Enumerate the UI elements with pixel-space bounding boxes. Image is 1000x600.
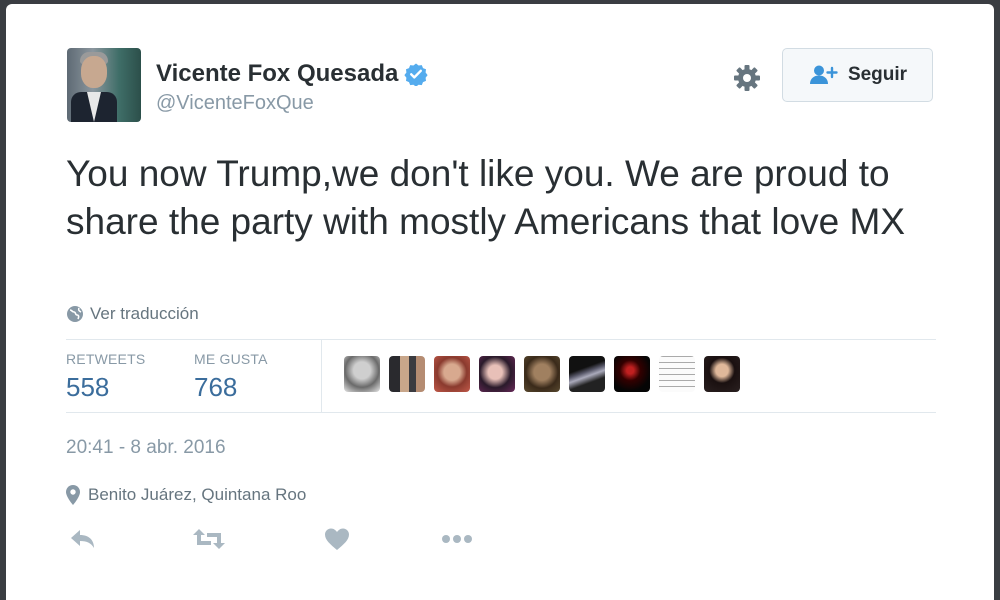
liker-avatar[interactable] — [344, 356, 380, 392]
location-pin-icon — [66, 485, 80, 505]
avatar[interactable] — [67, 48, 141, 122]
like-button[interactable] — [320, 524, 354, 554]
divider — [66, 412, 936, 413]
globe-icon — [67, 306, 83, 322]
retweets-count[interactable]: 558 — [66, 372, 109, 403]
more-dots-icon — [442, 535, 472, 543]
liker-avatar[interactable] — [389, 356, 425, 392]
liker-avatar[interactable] — [524, 356, 560, 392]
like-heart-icon — [325, 528, 349, 550]
stats-divider — [321, 339, 322, 413]
follow-button-label: Seguir — [847, 64, 908, 85]
liker-avatar[interactable] — [479, 356, 515, 392]
tweet-location[interactable]: Benito Juárez, Quintana Roo — [66, 485, 306, 505]
liker-avatar[interactable] — [659, 356, 695, 392]
retweet-icon — [193, 529, 225, 549]
tweet-timestamp[interactable]: 20:41 - 8 abr. 2016 — [66, 437, 226, 459]
translate-label[interactable]: Ver traducción — [90, 304, 199, 324]
verified-badge-icon — [404, 63, 428, 86]
retweet-button[interactable] — [192, 524, 226, 554]
liker-avatar[interactable] — [569, 356, 605, 392]
liker-avatar[interactable] — [614, 356, 650, 392]
divider — [66, 339, 936, 340]
retweets-label[interactable]: RETWEETS — [66, 351, 145, 367]
likes-label[interactable]: ME GUSTA — [194, 351, 268, 367]
profile-name-row[interactable]: Vicente Fox Quesada — [156, 60, 428, 88]
location-label[interactable]: Benito Juárez, Quintana Roo — [88, 485, 306, 505]
tweet-text: You now Trump,we don't like you. We are … — [66, 153, 906, 242]
liker-avatar[interactable] — [704, 356, 740, 392]
tweet-card: Vicente Fox Quesada @VicenteFoxQue Segui… — [6, 4, 994, 600]
follow-person-icon — [809, 65, 838, 84]
liker-avatar[interactable] — [434, 356, 470, 392]
gear-icon[interactable] — [732, 63, 762, 93]
profile-name[interactable]: Vicente Fox Quesada — [156, 60, 398, 88]
reply-button[interactable] — [66, 524, 100, 554]
reply-icon — [71, 530, 94, 548]
follow-button[interactable]: Seguir — [782, 48, 933, 102]
more-button[interactable] — [440, 524, 474, 554]
translate-link[interactable]: Ver traducción — [66, 304, 199, 324]
liker-avatars — [344, 356, 740, 392]
profile-handle[interactable]: @VicenteFoxQue — [156, 92, 314, 115]
likes-count[interactable]: 768 — [194, 372, 237, 403]
